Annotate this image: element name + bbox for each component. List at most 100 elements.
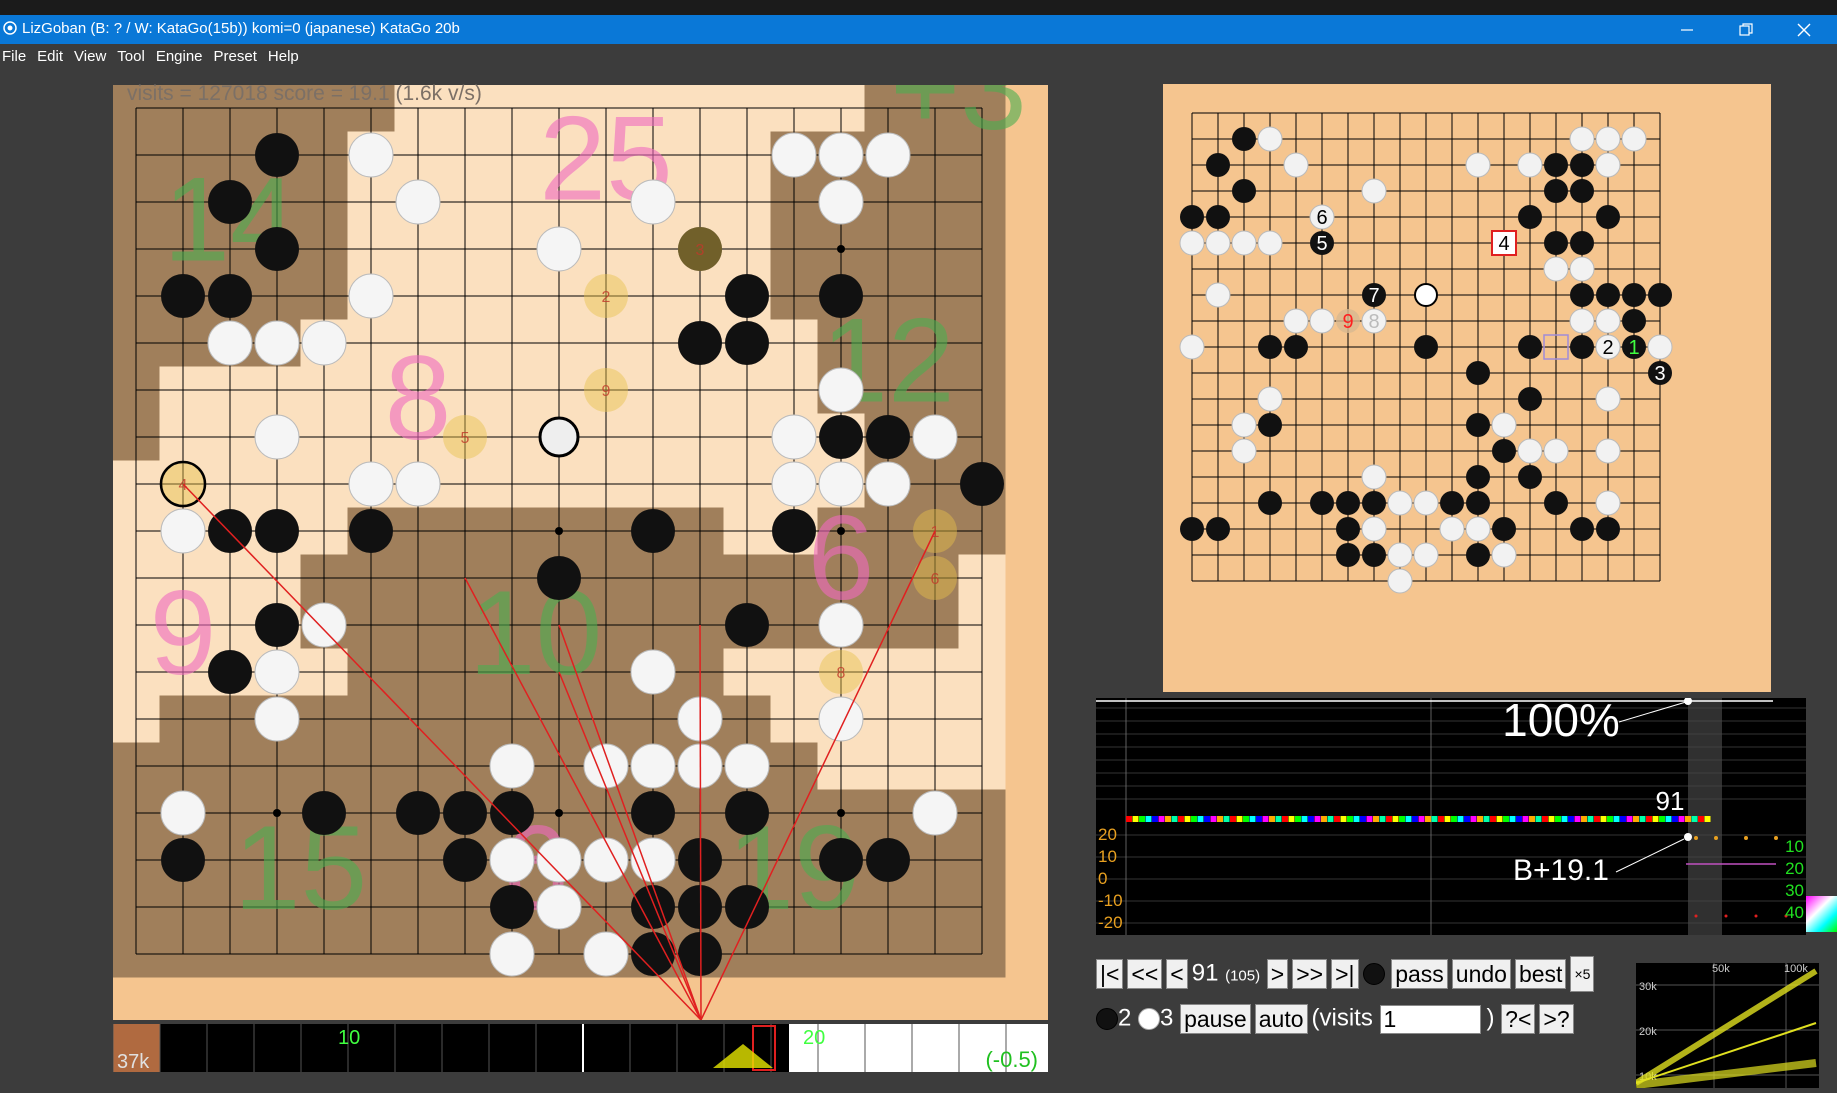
move-color-chip [1275,816,1282,822]
white-stone [1595,308,1621,334]
black-stone [1206,517,1230,541]
move-color-chip [1210,816,1217,822]
forward-10-button[interactable]: >> [1292,959,1328,989]
score-tick-left: -20 [1098,913,1123,932]
black-stone [1362,543,1386,567]
move-color-chip [1178,816,1184,822]
menu-edit[interactable]: Edit [32,44,69,65]
black-stone [1466,465,1490,489]
next-question-button[interactable]: >? [1539,1004,1574,1034]
white-stone [865,461,911,507]
white-stone [1309,308,1335,334]
move-color-chip [1301,816,1308,822]
speed-x-label: 50k [1712,963,1730,975]
white-stone [1205,282,1231,308]
white-stone [1595,126,1621,152]
move-color-chip [1412,816,1418,822]
best-x5-button[interactable]: ×5 [1570,956,1595,992]
move-color-chip [1243,816,1249,822]
star-point [555,527,563,535]
black-stone [1284,335,1308,359]
minimize-icon[interactable] [1659,15,1715,44]
move-color-chip [1405,816,1412,822]
white-stone [818,602,864,648]
menu-preset[interactable]: Preset [209,44,263,65]
move-color-chip [1321,816,1327,822]
black-stone [255,133,299,177]
white-stone [301,320,347,366]
move-color-chip [1444,816,1451,822]
move-color-chip [1262,816,1269,822]
white-stone [348,461,394,507]
candidate-label: 6 [931,571,940,588]
move-color-chip [1685,816,1691,822]
timeline-mark: 10 [338,1027,360,1049]
move-color-chip [1490,816,1496,822]
close-icon[interactable] [1776,15,1832,44]
black-stone [1232,127,1256,151]
black-stone [537,556,581,600]
visits-timeline[interactable]: 37k 10 20 (-0.5) [113,1024,1048,1072]
white-stone [489,743,535,789]
score-tick-left: -10 [1098,891,1123,910]
star-point [837,245,845,253]
move-color-chip [1457,816,1464,822]
sub-board[interactable]: 12 3 4 5 6 7 89 [1163,84,1771,692]
winrate-graph[interactable]: 100% 91 B+19.1 20 10 0 -10 -20 10 20 30 40 [1096,698,1837,935]
white-stone [1231,438,1257,464]
back-button[interactable]: < [1166,959,1188,989]
menu-tool[interactable]: Tool [112,44,151,65]
pv-line [699,624,702,1020]
move-color-chip [1535,816,1542,822]
move-color-chip [1158,816,1165,822]
first-move-button[interactable]: |< [1096,959,1124,989]
forward-button[interactable]: > [1266,959,1289,989]
best-button[interactable]: best [1514,959,1567,989]
black-stone [725,274,769,318]
menu-view[interactable]: View [69,44,112,65]
last-move-marker [538,416,580,458]
pass-button[interactable]: pass [1391,959,1448,989]
score-tick-left: 10 [1098,847,1117,866]
menu-help[interactable]: Help [263,44,305,65]
white-stone [771,461,817,507]
move-color-chip [1678,816,1685,822]
white-stone [1595,152,1621,178]
menu-engine[interactable]: Engine [151,44,209,65]
pv-number: 2 [1602,337,1613,359]
restore-icon[interactable] [1718,15,1774,44]
move-color-chip [1126,816,1132,822]
white-stone [1205,230,1231,256]
black-stone [1466,413,1490,437]
move-color-chip [1217,816,1223,822]
black-stone [1336,543,1360,567]
move-color-chip [1282,816,1288,822]
visits-input[interactable]: 1 [1379,1004,1481,1034]
pause-button[interactable]: pause [1180,1004,1251,1034]
last-move-button[interactable]: >| [1331,959,1359,989]
white-stone [301,602,347,648]
move-color-chip [1438,816,1444,822]
main-board[interactable]: 1425+312891061561912345689 [113,85,1048,1020]
white-stone [1595,438,1621,464]
prev-question-button[interactable]: ?< [1501,1004,1536,1034]
black-stone [1258,335,1282,359]
move-color-chip [1620,816,1626,822]
visits-label: 37k [117,1051,150,1072]
menu-file[interactable]: File [0,44,32,65]
white-stone [630,649,676,695]
black-stone [1310,491,1334,515]
black-stone [819,838,863,882]
white-stone [630,743,676,789]
undo-button[interactable]: undo [1451,959,1511,989]
auto-button[interactable]: auto [1254,1004,1308,1034]
move-color-chip [1425,816,1431,822]
move-color-chip [1594,816,1600,822]
back-10-button[interactable]: << [1127,959,1163,989]
score-point [1684,833,1692,841]
black-stone [1570,231,1594,255]
move-color-chip [1509,816,1516,822]
move-color-chip [1327,816,1334,822]
move-number: 91 [1191,959,1219,987]
move-color-chip [1184,816,1191,822]
